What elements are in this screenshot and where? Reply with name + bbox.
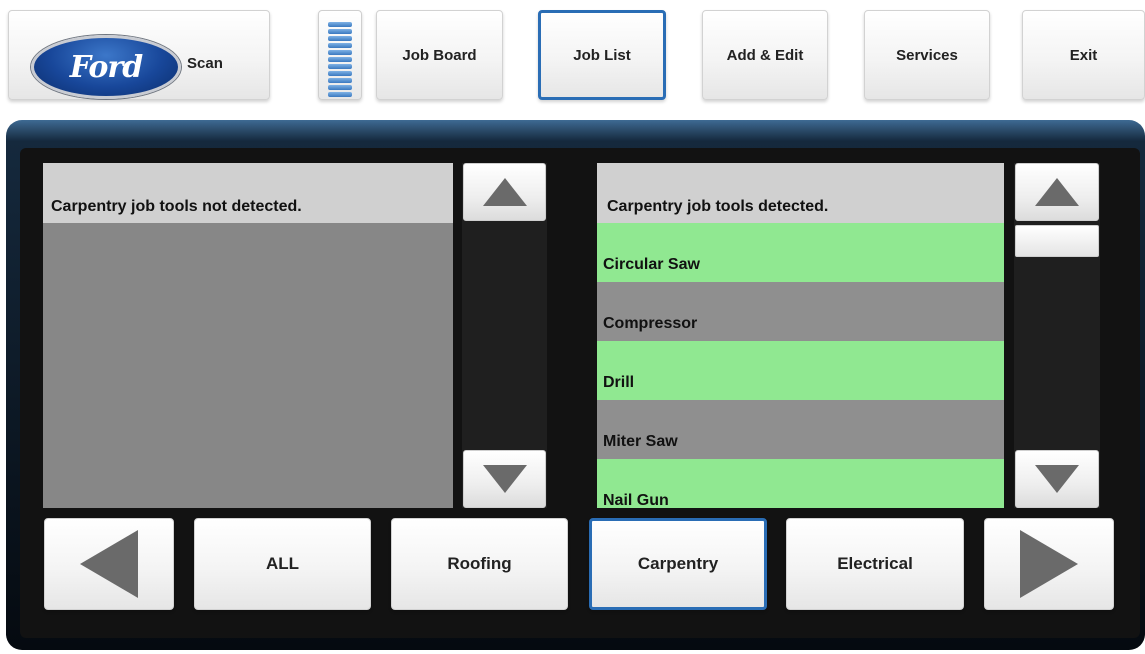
triangle-up-icon bbox=[482, 178, 527, 206]
triangle-down-icon bbox=[482, 465, 527, 493]
category-electrical-button[interactable]: Electrical bbox=[786, 518, 964, 610]
scan-label: Scan bbox=[187, 55, 223, 72]
right-scroll-thumb[interactable] bbox=[1015, 225, 1099, 257]
tool-label: Compressor bbox=[603, 315, 698, 332]
ford-logo-text: Ford bbox=[69, 49, 143, 85]
list-item[interactable]: Miter Saw bbox=[597, 400, 1004, 459]
job-board-button[interactable]: Job Board bbox=[376, 10, 503, 100]
list-item[interactable]: Compressor bbox=[597, 282, 1004, 341]
triangle-down-icon bbox=[1035, 465, 1079, 493]
exit-button[interactable]: Exit bbox=[1022, 10, 1145, 100]
right-scroll-up-button[interactable] bbox=[1015, 163, 1099, 221]
services-button[interactable]: Services bbox=[864, 10, 990, 100]
job-list-button[interactable]: Job List bbox=[538, 10, 666, 100]
tool-label: Nail Gun bbox=[603, 492, 669, 508]
next-category-button[interactable] bbox=[984, 518, 1114, 610]
tool-label: Circular Saw bbox=[603, 256, 700, 273]
tool-label: Miter Saw bbox=[603, 433, 678, 450]
list-item[interactable]: Nail Gun bbox=[597, 459, 1004, 508]
signal-strength-icon bbox=[318, 10, 362, 100]
triangle-left-icon bbox=[80, 530, 138, 598]
add-edit-button[interactable]: Add & Edit bbox=[702, 10, 828, 100]
triangle-right-icon bbox=[1020, 530, 1078, 598]
not-detected-header: Carpentry job tools not detected. bbox=[43, 163, 453, 223]
not-detected-list[interactable]: Carpentry job tools not detected. bbox=[43, 163, 453, 508]
triangle-up-icon bbox=[1035, 178, 1079, 206]
list-item[interactable]: Circular Saw bbox=[597, 223, 1004, 282]
scan-button[interactable]: Ford Scan bbox=[8, 10, 270, 100]
category-all-button[interactable]: ALL bbox=[194, 518, 371, 610]
left-scroll-up-button[interactable] bbox=[463, 163, 546, 221]
detected-header: Carpentry job tools detected. bbox=[597, 163, 1004, 223]
left-scroll-down-button[interactable] bbox=[463, 450, 546, 508]
list-item[interactable]: Drill bbox=[597, 341, 1004, 400]
category-carpentry-button[interactable]: Carpentry bbox=[589, 518, 767, 610]
tool-label: Drill bbox=[603, 374, 635, 391]
category-roofing-button[interactable]: Roofing bbox=[391, 518, 568, 610]
detected-list[interactable]: Carpentry job tools detected. Circular S… bbox=[597, 163, 1004, 508]
ford-logo: Ford bbox=[31, 35, 181, 99]
prev-category-button[interactable] bbox=[44, 518, 174, 610]
right-scroll-down-button[interactable] bbox=[1015, 450, 1099, 508]
